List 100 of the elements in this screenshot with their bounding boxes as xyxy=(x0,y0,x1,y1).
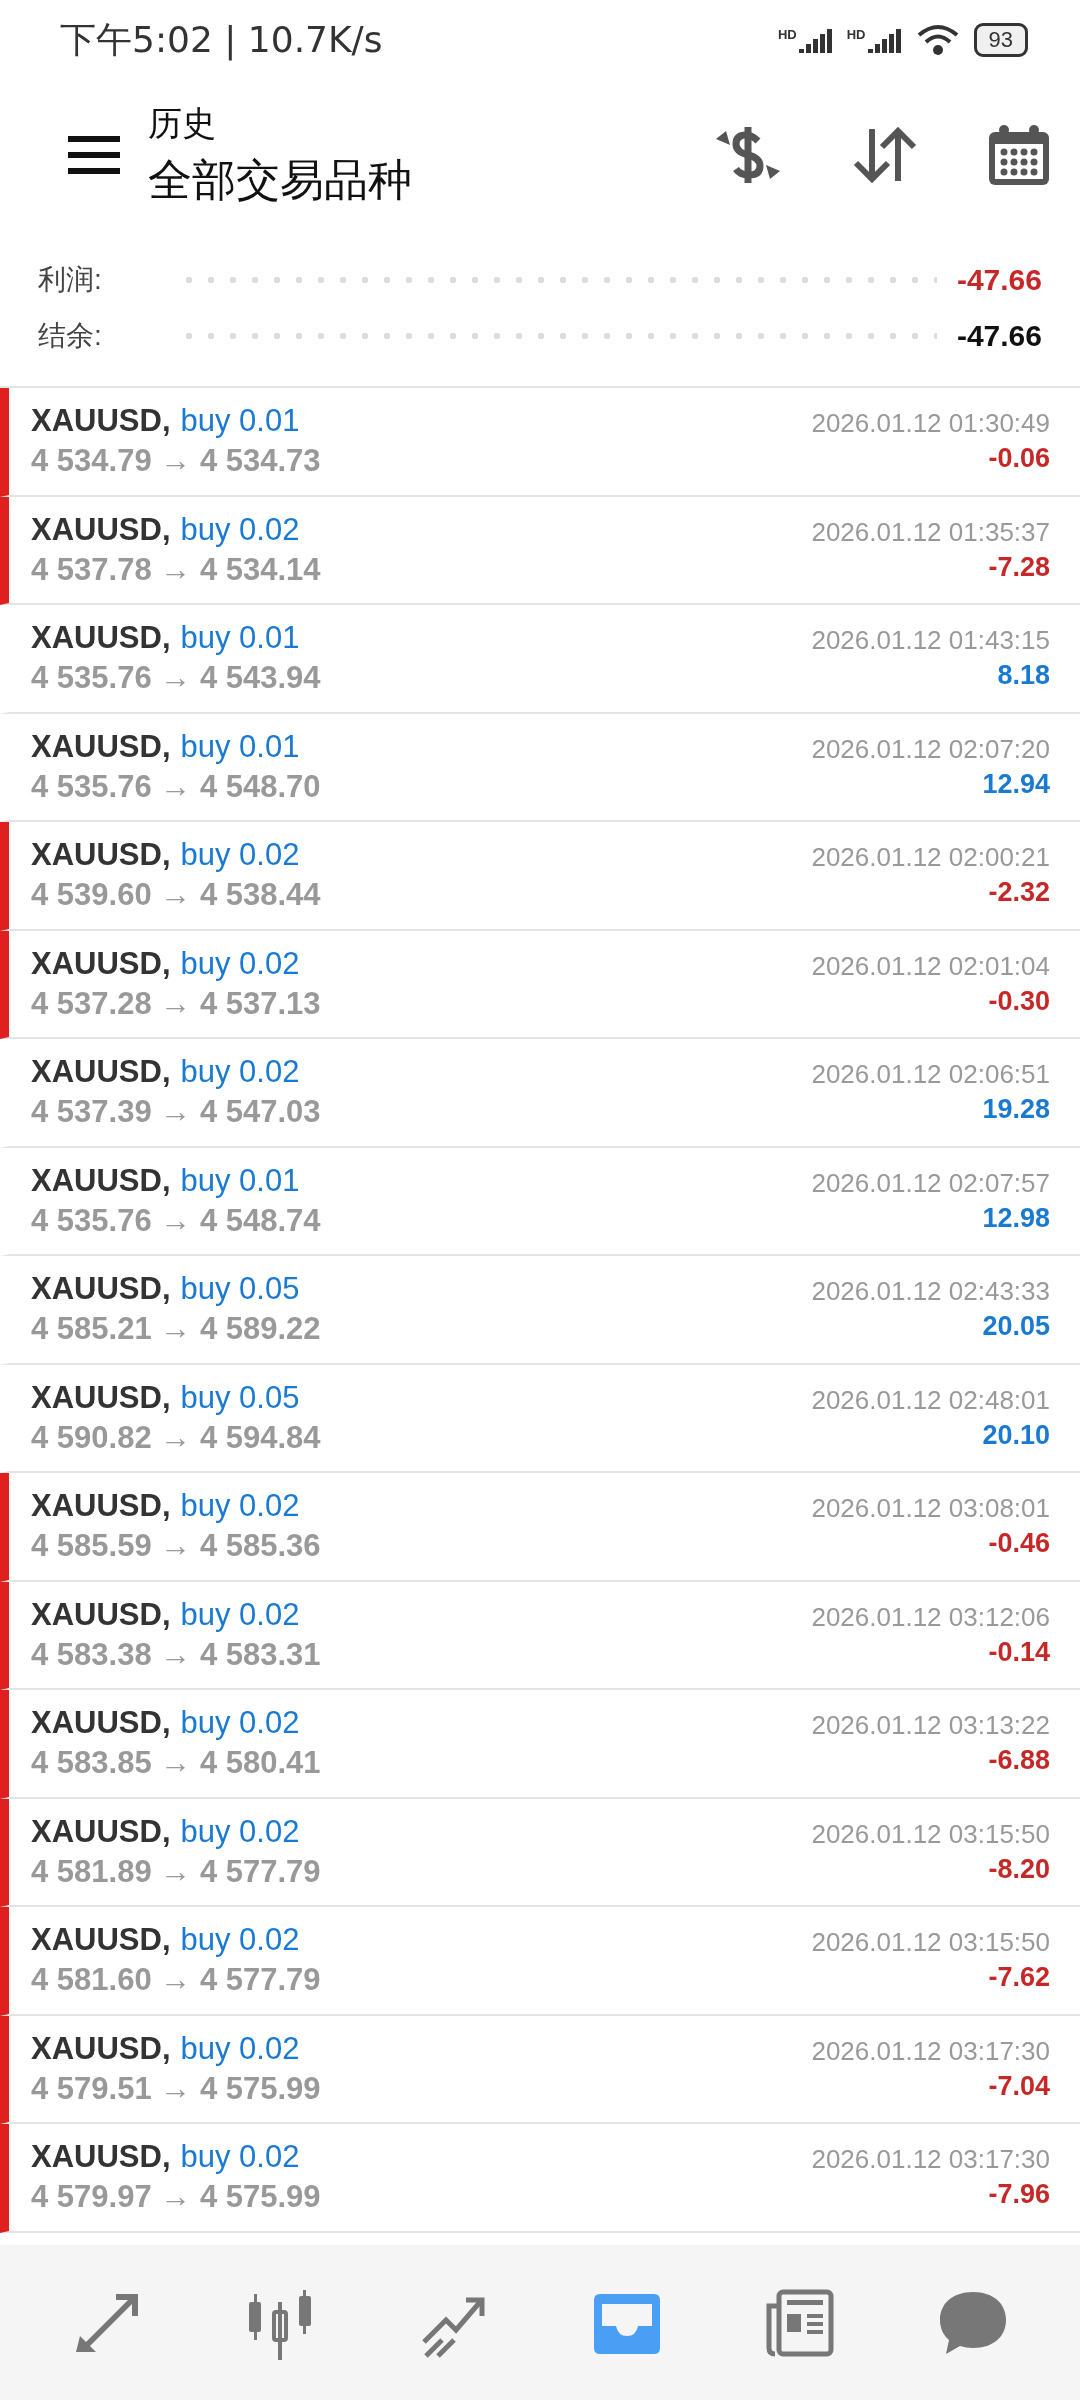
trade-order: buy 0.02 xyxy=(180,2030,300,2067)
trade-row[interactable]: XAUUSD, buy 0.02 4 537.39 → 4 547.03 2026.01.12 02:06:51 19.28 xyxy=(0,1039,1080,1148)
trade-row[interactable]: XAUUSD, buy 0.01 4 535.76 → 4 543.94 2026.01.12 01:43:15 8.18 xyxy=(0,605,1080,714)
trade-symbol: XAUUSD, xyxy=(31,1162,171,1199)
trade-time: 2026.01.12 03:12:06 xyxy=(811,1601,1050,1633)
trade-order: buy 0.02 xyxy=(180,2139,300,2176)
trade-profit: -6.88 xyxy=(988,1745,1050,1777)
screen-title[interactable]: 全部交易品种 xyxy=(148,150,644,210)
signal-icon xyxy=(867,27,902,53)
trade-row[interactable]: XAUUSD, buy 0.01 4 535.76 → 4 548.70 2026.01.12 02:07:20 12.94 xyxy=(0,713,1080,822)
trade-profit: -0.30 xyxy=(988,985,1050,1017)
trade-row[interactable]: XAUUSD, buy 0.05 4 585.21 → 4 589.22 2026.01.12 02:43:33 20.05 xyxy=(0,1256,1080,1365)
trade-symbol: XAUUSD, xyxy=(31,1813,171,1850)
trade-row[interactable]: XAUUSD, buy 0.02 4 583.38 → 4 583.31 2026.01.12 03:12:06 -0.14 xyxy=(0,1581,1080,1690)
wifi-icon xyxy=(915,23,960,57)
summary-value: -47.66 xyxy=(956,263,1042,297)
network-label: HD xyxy=(777,27,797,42)
trade-time: 2026.01.12 03:15:50 xyxy=(811,1927,1050,1959)
trade-prices: 4 579.97 → 4 575.99 xyxy=(31,2179,321,2216)
trade-symbol: XAUUSD, xyxy=(31,511,171,548)
trade-symbol: XAUUSD, xyxy=(31,837,171,874)
trade-profit: -8.20 xyxy=(988,1853,1050,1885)
trade-order: buy 0.01 xyxy=(180,1162,300,1199)
trade-time: 2026.01.12 03:17:30 xyxy=(811,2035,1050,2067)
trade-row[interactable]: XAUUSD, buy 0.02 4 583.85 → 4 580.41 2026.01.12 03:13:22 -6.88 xyxy=(0,1690,1080,1799)
trade-time: 2026.01.12 01:35:37 xyxy=(811,516,1050,548)
trade-prices: 4 581.60 → 4 577.79 xyxy=(31,1962,321,1999)
trade-row[interactable]: XAUUSD, buy 0.02 4 579.97 → 4 575.99 2026.01.12 03:17:30 -7.96 xyxy=(0,2124,1080,2233)
trade-prices: 4 535.76 → 4 548.74 xyxy=(31,1202,321,1239)
trade-profit: -7.62 xyxy=(988,1962,1050,1994)
trade-prices: 4 583.38 → 4 583.31 xyxy=(31,1636,321,1673)
trade-order: buy 0.02 xyxy=(180,945,300,982)
trade-symbol: XAUUSD, xyxy=(31,945,171,982)
trade-row[interactable]: XAUUSD, buy 0.02 4 581.89 → 4 577.79 2026.01.12 03:15:50 -8.20 xyxy=(0,1798,1080,1907)
trade-prices: 4 583.85 → 4 580.41 xyxy=(31,1745,321,1782)
trade-prices: 4 585.21 → 4 589.22 xyxy=(31,1311,321,1348)
trade-profit: -7.04 xyxy=(988,2070,1050,2102)
trade-row[interactable]: XAUUSD, buy 0.02 4 537.78 → 4 534.14 2026.01.12 01:35:37 -7.28 xyxy=(0,496,1080,605)
trade-row[interactable]: XAUUSD, buy 0.02 4 579.51 → 4 575.99 2026.01.12 03:17:30 -7.04 xyxy=(0,2015,1080,2124)
trade-profit: 19.28 xyxy=(982,1094,1050,1126)
summary-value: -47.66 xyxy=(956,319,1042,353)
trade-order: buy 0.01 xyxy=(180,728,300,765)
trade-symbol: XAUUSD, xyxy=(31,2139,171,2176)
trade-row[interactable]: XAUUSD, buy 0.02 4 581.60 → 4 577.79 2026.01.12 03:15:50 -7.62 xyxy=(0,1907,1080,2016)
trade-time: 2026.01.12 02:06:51 xyxy=(811,1059,1050,1091)
trade-time: 2026.01.12 02:07:20 xyxy=(811,733,1050,765)
network-label: HD xyxy=(846,27,866,42)
trade-time: 2026.01.12 02:00:21 xyxy=(811,842,1050,874)
trade-time: 2026.01.12 03:13:22 xyxy=(811,1710,1050,1742)
trade-profit: 20.10 xyxy=(982,1419,1050,1451)
trade-profit: -0.14 xyxy=(988,1636,1050,1668)
trade-symbol: XAUUSD, xyxy=(31,1488,171,1525)
trade-row[interactable]: XAUUSD, buy 0.02 4 585.59 → 4 585.36 2026.01.12 03:08:01 -0.46 xyxy=(0,1473,1080,1582)
trade-time: 2026.01.12 01:43:15 xyxy=(811,625,1050,657)
sort-button[interactable] xyxy=(852,125,918,185)
status-time: 下午5:02 | 10.7K/s xyxy=(60,17,383,63)
trade-time: 2026.01.12 01:30:49 xyxy=(811,408,1050,440)
trade-prices: 4 585.59 → 4 585.36 xyxy=(31,1528,321,1565)
trade-row[interactable]: XAUUSD, buy 0.01 4 535.76 → 4 548.74 2026.01.12 02:07:57 12.98 xyxy=(0,1147,1080,1256)
trade-prices: 4 581.89 → 4 577.79 xyxy=(31,1853,321,1890)
trade-order: buy 0.02 xyxy=(180,1705,300,1742)
trade-prices: 4 579.51 → 4 575.99 xyxy=(31,2070,321,2107)
trade-order: buy 0.05 xyxy=(180,1271,300,1308)
trade-profit: 20.05 xyxy=(982,1311,1050,1343)
trade-prices: 4 535.76 → 4 543.94 xyxy=(31,660,321,697)
trade-prices: 4 537.28 → 4 537.13 xyxy=(31,985,321,1022)
trade-symbol: XAUUSD, xyxy=(31,2030,171,2067)
trade-profit: 12.98 xyxy=(982,1202,1050,1234)
trade-row[interactable]: XAUUSD, buy 0.01 4 534.79 → 4 534.73 2026.01.12 01:30:49 -0.06 xyxy=(0,388,1080,497)
summary-label: 利润: xyxy=(38,263,103,297)
trade-symbol: XAUUSD, xyxy=(31,1271,171,1308)
trade-prices: 4 537.78 → 4 534.14 xyxy=(31,551,321,588)
trade-symbol: XAUUSD, xyxy=(31,1054,171,1091)
battery-indicator: 93 xyxy=(973,23,1028,57)
trade-row[interactable]: XAUUSD, buy 0.02 4 539.60 → 4 538.44 2026.01.12 02:00:21 -2.32 xyxy=(0,822,1080,931)
screen-subtitle: 历史 xyxy=(148,102,217,144)
trade-prices: 4 534.79 → 4 534.73 xyxy=(31,443,321,480)
trade-row[interactable]: XAUUSD, buy 0.02 4 537.28 → 4 537.13 2026.01.12 02:01:04 -0.30 xyxy=(0,930,1080,1039)
trade-order: buy 0.05 xyxy=(180,1379,300,1416)
signal-icon xyxy=(798,27,833,53)
trade-order: buy 0.01 xyxy=(180,403,300,440)
trade-time: 2026.01.12 02:01:04 xyxy=(811,950,1050,982)
trade-symbol: XAUUSD, xyxy=(31,403,171,440)
trade-order: buy 0.02 xyxy=(180,511,300,548)
trade-row[interactable]: XAUUSD, buy 0.05 4 590.82 → 4 594.84 2026.01.12 02:48:01 20.10 xyxy=(0,1364,1080,1473)
trade-profit: -7.96 xyxy=(988,2179,1050,2211)
trade-time: 2026.01.12 02:43:33 xyxy=(811,1276,1050,1308)
trade-profit: -0.46 xyxy=(988,1528,1050,1560)
trade-profit: -2.32 xyxy=(988,877,1050,909)
trade-order: buy 0.02 xyxy=(180,837,300,874)
trade-symbol: XAUUSD, xyxy=(31,1922,171,1959)
trade-symbol: XAUUSD, xyxy=(31,1379,171,1416)
trade-time: 2026.01.12 03:15:50 xyxy=(811,1818,1050,1850)
trade-symbol: XAUUSD, xyxy=(31,1705,171,1742)
menu-button[interactable] xyxy=(68,136,120,174)
trade-time: 2026.01.12 02:48:01 xyxy=(811,1384,1050,1416)
trade-profit: -0.06 xyxy=(988,443,1050,475)
trade-order: buy 0.01 xyxy=(180,620,300,657)
trade-prices: 4 539.60 → 4 538.44 xyxy=(31,877,321,914)
calendar-button[interactable] xyxy=(986,122,1052,188)
